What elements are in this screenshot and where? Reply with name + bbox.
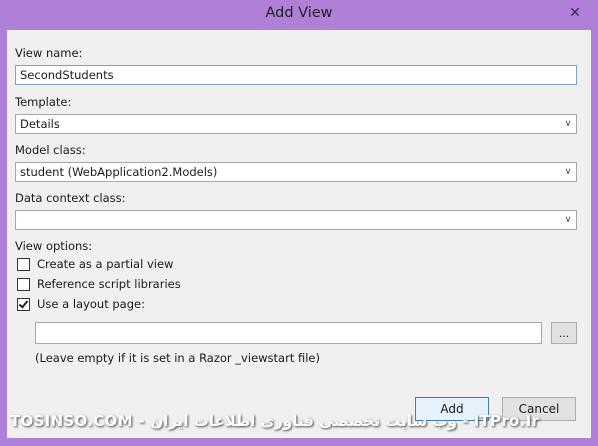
view-name-input[interactable]: SecondStudents (15, 65, 577, 85)
template-dropdown[interactable]: Details ∨ (15, 114, 577, 134)
title-bar: Add View ✕ (0, 0, 598, 30)
window-title: Add View (265, 5, 333, 21)
model-class-dropdown[interactable]: student (WebApplication2.Models) ∨ (15, 162, 577, 182)
template-label: Template: (15, 95, 72, 109)
chevron-down-icon: ∨ (564, 167, 572, 177)
watermark-text: TOSINSO.COM - وب سایت تخصصی فناوری اطلاع… (10, 412, 540, 430)
layout-page-label: Use a layout page: (37, 297, 145, 311)
data-context-label: Data context class: (15, 191, 126, 205)
template-value: Details (20, 117, 60, 131)
layout-hint: (Leave empty if it is set in a Razor _vi… (35, 351, 320, 365)
checkbox-box[interactable] (17, 257, 30, 271)
browse-button[interactable]: ... (551, 322, 577, 344)
partial-view-label: Create as a partial view (37, 257, 174, 271)
checkbox-box[interactable] (17, 277, 30, 291)
view-options-label: View options: (15, 239, 93, 253)
data-context-dropdown[interactable]: ∨ (15, 210, 577, 230)
dialog-body: View name: SecondStudents Template: Deta… (7, 30, 591, 438)
chevron-down-icon: ∨ (564, 215, 572, 225)
checkbox-box[interactable] (17, 297, 30, 311)
layout-page-input[interactable] (35, 322, 542, 344)
model-class-label: Model class: (15, 143, 86, 157)
close-icon: ✕ (569, 5, 581, 21)
script-libraries-label: Reference script libraries (37, 277, 181, 291)
layout-page-checkbox[interactable]: Use a layout page: (17, 296, 145, 312)
close-button[interactable]: ✕ (560, 0, 590, 26)
view-name-value: SecondStudents (20, 68, 114, 82)
checkmark-icon (18, 297, 29, 309)
view-name-label: View name: (15, 46, 83, 60)
script-libraries-checkbox[interactable]: Reference script libraries (17, 276, 181, 292)
partial-view-checkbox[interactable]: Create as a partial view (17, 256, 173, 272)
chevron-down-icon: ∨ (564, 119, 572, 129)
model-class-value: student (WebApplication2.Models) (20, 165, 218, 179)
